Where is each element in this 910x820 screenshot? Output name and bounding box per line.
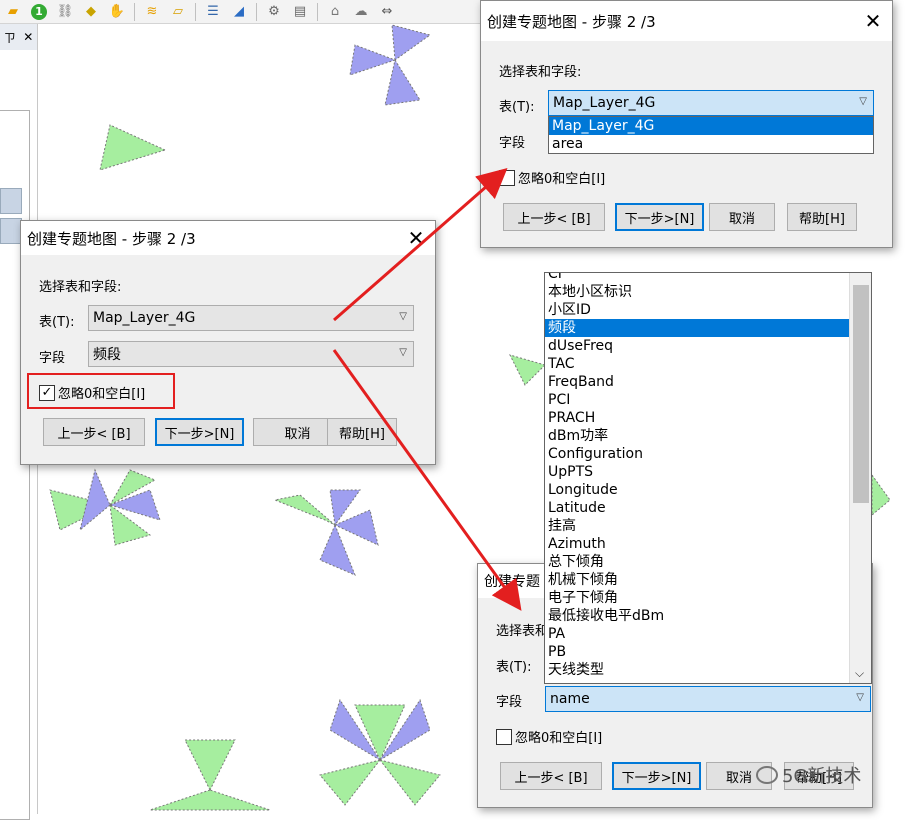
annotation-arrows (332, 168, 522, 611)
arrow-to-table-dropdown (333, 168, 508, 322)
watermark-text: 5G新技术 (782, 766, 862, 787)
arrow-to-field-dropdown (332, 349, 522, 611)
wechat-icon (756, 766, 778, 784)
watermark: 5G新技术 (756, 762, 861, 788)
